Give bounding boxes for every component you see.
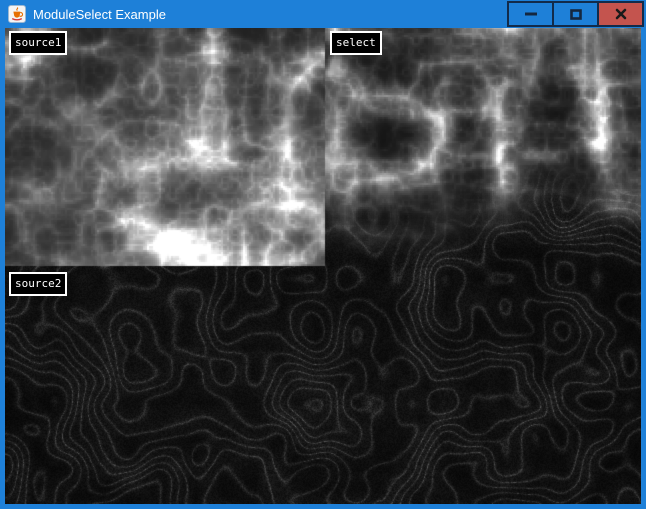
noise-viewport: source1 select source2	[5, 28, 641, 504]
minimize-button[interactable]	[507, 1, 554, 27]
minimize-icon	[524, 11, 538, 17]
noise-render-canvas	[5, 28, 641, 504]
maximize-icon	[570, 9, 582, 20]
close-icon	[615, 8, 627, 20]
app-window: ModuleSelect Example source1 select s	[0, 0, 646, 509]
window-title: ModuleSelect Example	[33, 7, 166, 22]
close-button[interactable]	[597, 1, 644, 27]
label-source2: source2	[9, 272, 67, 296]
maximize-button[interactable]	[552, 1, 599, 27]
label-source1: source1	[9, 31, 67, 55]
titlebar[interactable]: ModuleSelect Example	[0, 0, 646, 28]
java-coffee-cup-icon	[8, 5, 26, 23]
window-controls	[509, 1, 644, 27]
label-select: select	[330, 31, 382, 55]
